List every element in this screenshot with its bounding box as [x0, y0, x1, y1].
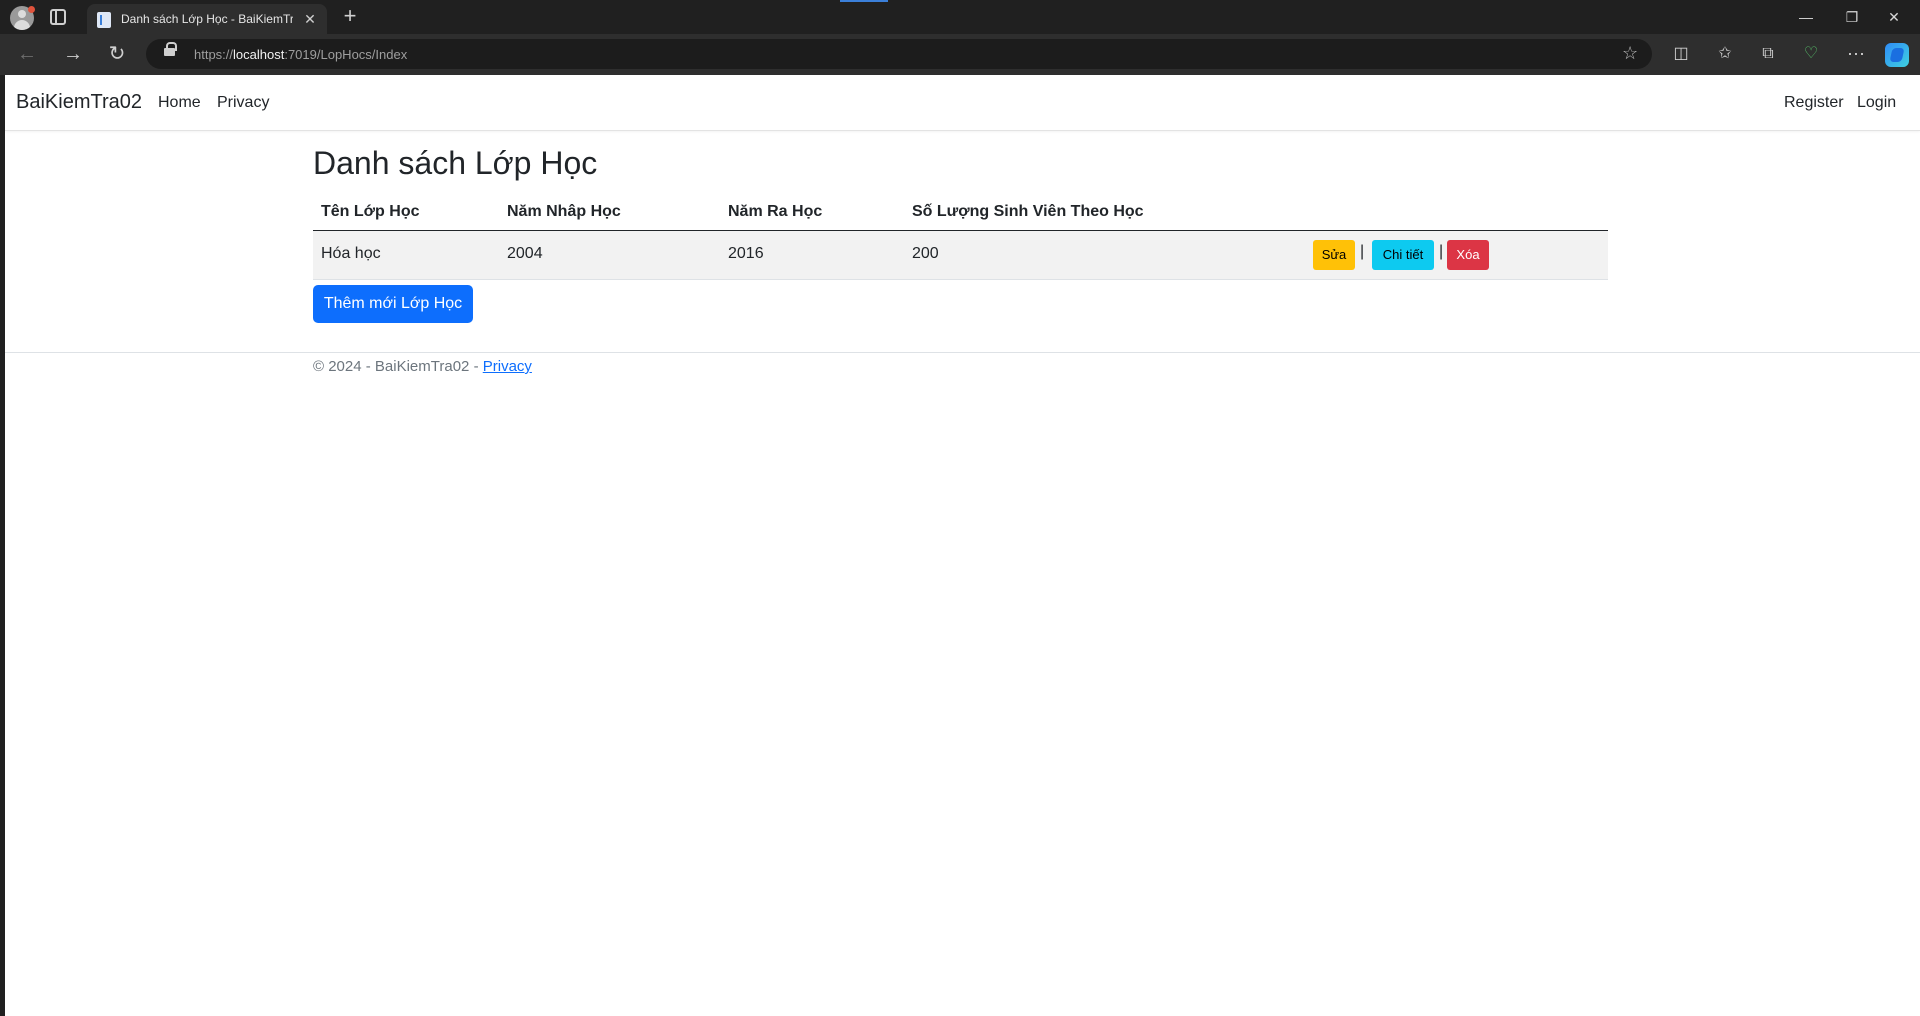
action-separator: | [1439, 243, 1444, 260]
cell-start-year: 2004 [507, 245, 543, 262]
column-header-end-year: Năm Ra Học [728, 203, 823, 220]
split-screen-icon[interactable]: ◫ [1670, 43, 1692, 65]
maximize-icon[interactable]: ❐ [1832, 4, 1872, 30]
table-header: Tên Lớp Học Năm Nhâp Học Năm Ra Học Số L… [313, 191, 1608, 231]
profile-notification-dot [28, 6, 35, 13]
more-icon[interactable]: ⋯ [1845, 43, 1867, 65]
cell-student-count: 200 [912, 245, 939, 262]
favorites-icon[interactable]: ✩ [1714, 43, 1736, 65]
footer-copyright: © 2024 - BaiKiemTra02 - [313, 358, 483, 375]
minimize-icon[interactable]: — [1786, 4, 1826, 30]
page-footer: © 2024 - BaiKiemTra02 - Privacy [5, 352, 1920, 392]
login-link[interactable]: Login [1857, 94, 1896, 112]
action-separator: | [1360, 243, 1365, 260]
tab-close-icon[interactable]: ✕ [301, 10, 319, 28]
lock-icon[interactable] [164, 42, 177, 56]
browser-toolbar: ← → ↻ https://localhost:7019/LopHocs/Ind… [0, 34, 1920, 75]
star-icon[interactable]: ☆ [1622, 43, 1638, 64]
site-navbar: BaiKiemTra02 Home Privacy Register Login [5, 75, 1920, 131]
tab-title: Danh sách Lớp Học - BaiKiemTra02 [121, 12, 293, 26]
footer-privacy-link[interactable]: Privacy [483, 358, 532, 375]
delete-button[interactable]: Xóa [1447, 240, 1489, 270]
browser-tab-bar: Danh sách Lớp Học - BaiKiemTra02 ✕ + — ❐… [0, 0, 1920, 34]
table-row: Hóa học 2004 2016 200 Sửa | Chi tiết | X… [313, 231, 1608, 280]
tab-actions-icon[interactable] [50, 9, 66, 25]
new-tab-button[interactable]: + [338, 4, 362, 28]
browser-tab-active[interactable]: Danh sách Lớp Học - BaiKiemTra02 ✕ [87, 4, 327, 34]
forward-icon[interactable]: → [60, 42, 86, 68]
edit-button[interactable]: Sửa [1313, 240, 1355, 270]
nav-home-link[interactable]: Home [158, 94, 201, 112]
url-scheme: https:// [194, 47, 234, 62]
address-bar[interactable]: https://localhost:7019/LopHocs/Index ☆ [146, 39, 1652, 69]
add-class-button[interactable]: Thêm mới Lớp Học [313, 285, 473, 323]
footer-text: © 2024 - BaiKiemTra02 - Privacy [313, 358, 532, 375]
page-viewport: BaiKiemTra02 Home Privacy Register Login… [5, 75, 1920, 1016]
reload-icon[interactable]: ↻ [104, 42, 130, 68]
nav-privacy-link[interactable]: Privacy [217, 94, 269, 112]
tab-indicator [840, 0, 888, 2]
url-host: localhost [233, 47, 285, 62]
page-title: Danh sách Lớp Học [313, 145, 598, 181]
details-button[interactable]: Chi tiết [1372, 240, 1434, 270]
browser-essentials-icon[interactable]: ♡ [1800, 43, 1822, 65]
column-header-student-count: Số Lượng Sinh Viên Theo Học [912, 203, 1144, 220]
page-favicon-icon [97, 12, 111, 28]
column-header-start-year: Năm Nhâp Học [507, 203, 621, 220]
brand-link[interactable]: BaiKiemTra02 [16, 91, 142, 114]
register-link[interactable]: Register [1784, 94, 1844, 112]
cell-end-year: 2016 [728, 245, 764, 262]
close-icon[interactable]: ✕ [1874, 4, 1914, 30]
url-path: :7019/LopHocs/Index [284, 47, 408, 62]
cell-class-name: Hóa học [321, 245, 381, 262]
back-icon[interactable]: ← [14, 42, 40, 68]
column-header-class-name: Tên Lớp Học [321, 203, 420, 220]
collections-icon[interactable]: ⧉ [1757, 43, 1779, 65]
copilot-icon[interactable] [1885, 43, 1909, 67]
url-text[interactable]: https://localhost:7019/LopHocs/Index [194, 47, 407, 62]
